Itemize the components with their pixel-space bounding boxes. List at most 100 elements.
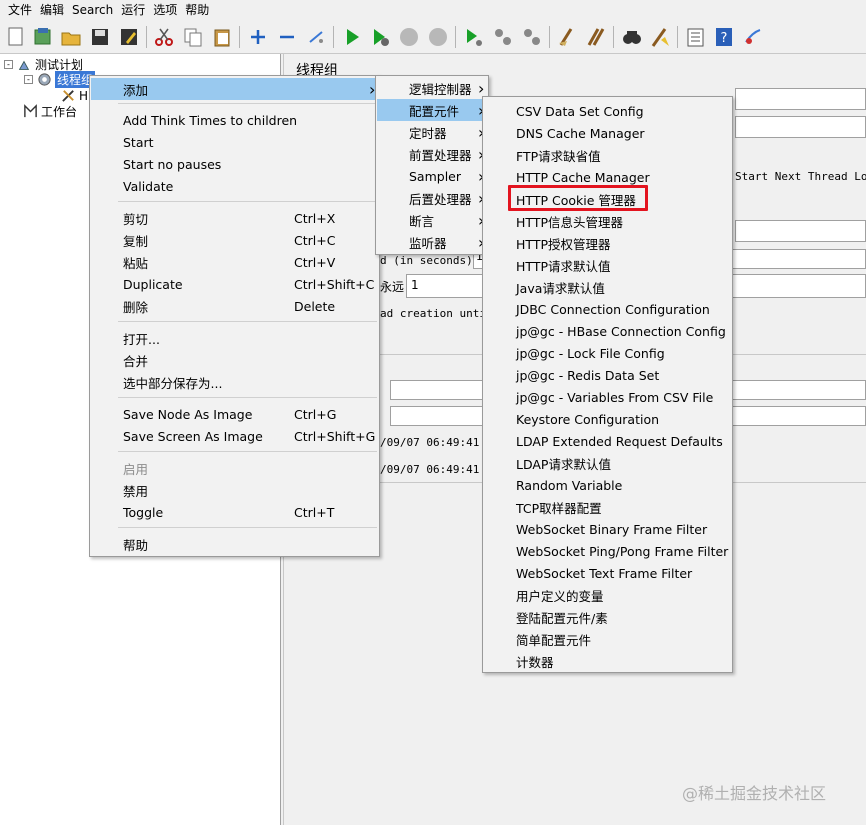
open-icon[interactable]	[59, 25, 83, 49]
menu-item-delete[interactable]: 删除 Delete	[91, 295, 380, 317]
new-icon[interactable]	[4, 25, 28, 49]
config-item-17[interactable]: Random Variable	[484, 474, 731, 496]
search-icon[interactable]	[620, 25, 644, 49]
config-item-22[interactable]: 用户定义的变量	[484, 584, 731, 606]
menu-item-start-no-pauses[interactable]: Start no pauses	[91, 153, 380, 175]
menu-item-cut[interactable]: 剪切 Ctrl+X	[91, 207, 380, 229]
menu-item-copy[interactable]: 复制 Ctrl+C	[91, 229, 380, 251]
menu-item-add-think-times[interactable]: Add Think Times to children	[91, 109, 380, 131]
config-item-14[interactable]: Keystore Configuration	[484, 408, 731, 430]
submenu-item-timer[interactable]: 定时器›	[377, 121, 487, 143]
tree-item-child[interactable]: H	[60, 87, 88, 104]
menu-item-label: 帮助	[123, 537, 149, 553]
menu-run[interactable]: 运行	[117, 0, 149, 20]
config-item-13[interactable]: jp@gc - Variables From CSV File	[484, 386, 731, 408]
config-item-24[interactable]: 简单配置元件	[484, 628, 731, 650]
config-item-21[interactable]: WebSocket Text Frame Filter	[484, 562, 731, 584]
config-item-12[interactable]: jp@gc - Redis Data Set	[484, 364, 731, 386]
config-item-5[interactable]: HTTP信息头管理器	[484, 210, 731, 232]
menu-item-merge[interactable]: 合并	[91, 349, 380, 371]
config-item-label: jp@gc - Variables From CSV File	[516, 389, 714, 405]
menu-item-shortcut: Ctrl+T	[294, 504, 335, 520]
expand-icon[interactable]	[246, 25, 270, 49]
menu-item-start[interactable]: Start	[91, 131, 380, 153]
menu-options[interactable]: 选项	[149, 0, 181, 20]
config-item-label: LDAP请求默认值	[516, 456, 611, 472]
menu-item-validate[interactable]: Validate	[91, 175, 380, 197]
delay-creation-label[interactable]: ad creation until	[380, 307, 493, 320]
submenu-item-listener[interactable]: 监听器›	[377, 231, 487, 253]
name-field[interactable]	[735, 88, 866, 110]
config-item-18[interactable]: TCP取样器配置	[484, 496, 731, 518]
config-item-1[interactable]: DNS Cache Manager	[484, 122, 731, 144]
config-item-23[interactable]: 登陆配置元件/素	[484, 606, 731, 628]
submenu-item-label: 配置元件	[409, 103, 460, 119]
toggle-icon[interactable]	[304, 25, 328, 49]
templates-icon[interactable]	[31, 25, 55, 49]
menu-item-open[interactable]: 打开...	[91, 327, 380, 349]
submenu-item-pre-processor[interactable]: 前置处理器›	[377, 143, 487, 165]
config-item-label: DNS Cache Manager	[516, 125, 645, 141]
cut-icon[interactable]	[152, 25, 176, 49]
config-item-10[interactable]: jp@gc - HBase Connection Config	[484, 320, 731, 342]
remote-start-icon[interactable]	[462, 25, 486, 49]
tree-item-thread-group[interactable]: - 线程组	[24, 71, 96, 88]
save-icon[interactable]	[88, 25, 112, 49]
collapse-handle-icon[interactable]: -	[4, 60, 13, 69]
submenu-item-sampler[interactable]: Sampler›	[377, 165, 487, 187]
menu-search[interactable]: Search	[68, 0, 117, 20]
logger-icon[interactable]	[741, 25, 765, 49]
start-next-loop-option[interactable]: Start Next Thread Loop	[735, 170, 866, 183]
config-item-0[interactable]: CSV Data Set Config	[484, 100, 731, 122]
menu-edit[interactable]: 编辑	[36, 0, 68, 20]
submenu-item-logic-controller[interactable]: 逻辑控制器 ›	[377, 77, 487, 99]
config-item-6[interactable]: HTTP授权管理器	[484, 232, 731, 254]
paste-icon[interactable]	[210, 25, 234, 49]
config-item-19[interactable]: WebSocket Binary Frame Filter	[484, 518, 731, 540]
config-item-16[interactable]: LDAP请求默认值	[484, 452, 731, 474]
loop-forever-label[interactable]: 永远	[380, 278, 404, 295]
config-item-8[interactable]: Java请求默认值	[484, 276, 731, 298]
help-icon[interactable]: ?	[712, 25, 736, 49]
config-item-7[interactable]: HTTP请求默认值	[484, 254, 731, 276]
menu-separator	[118, 451, 377, 452]
collapse-icon[interactable]	[275, 25, 299, 49]
shutdown-icon[interactable]	[426, 25, 450, 49]
copy-icon[interactable]	[181, 25, 205, 49]
clear-all-icon[interactable]	[584, 25, 608, 49]
menu-help[interactable]: 帮助	[181, 0, 213, 20]
submenu-item-assertion[interactable]: 断言›	[377, 209, 487, 231]
config-item-9[interactable]: JDBC Connection Configuration	[484, 298, 731, 320]
menu-item-save-node-as-image[interactable]: Save Node As Image Ctrl+G	[91, 403, 380, 425]
remote-shutdown-icon[interactable]	[520, 25, 544, 49]
remote-stop-icon[interactable]	[491, 25, 515, 49]
menu-item-toggle[interactable]: Toggle Ctrl+T	[91, 501, 380, 523]
config-item-15[interactable]: LDAP Extended Request Defaults	[484, 430, 731, 452]
config-item-2[interactable]: FTP请求缺省值	[484, 144, 731, 166]
menu-file[interactable]: 文件	[4, 0, 36, 20]
menu-item-save-selection-as[interactable]: 选中部分保存为...	[91, 371, 380, 393]
menu-item-duplicate[interactable]: Duplicate Ctrl+Shift+C	[91, 273, 380, 295]
comment-field[interactable]	[735, 116, 866, 138]
config-item-20[interactable]: WebSocket Ping/Pong Frame Filter	[484, 540, 731, 562]
reset-search-icon[interactable]	[648, 25, 672, 49]
clear-icon[interactable]	[555, 25, 579, 49]
config-item-11[interactable]: jp@gc - Lock File Config	[484, 342, 731, 364]
collapse-handle-icon[interactable]: -	[24, 75, 33, 84]
menu-item-disable[interactable]: 禁用	[91, 479, 380, 501]
tree-item-workbench[interactable]: 工作台	[22, 103, 77, 120]
submenu-item-config-element[interactable]: 配置元件›	[377, 99, 487, 121]
menu-item-add[interactable]: 添加 ›	[91, 78, 378, 100]
start-no-pauses-icon[interactable]	[368, 25, 392, 49]
start-icon[interactable]	[340, 25, 364, 49]
menu-item-paste[interactable]: 粘贴 Ctrl+V	[91, 251, 380, 273]
stop-icon[interactable]	[397, 25, 421, 49]
function-helper-icon[interactable]	[683, 25, 707, 49]
menu-item-help[interactable]: 帮助	[91, 533, 380, 555]
submenu-item-post-processor[interactable]: 后置处理器›	[377, 187, 487, 209]
config-item-label: TCP取样器配置	[516, 500, 602, 516]
threads-field[interactable]	[735, 220, 866, 242]
config-item-25[interactable]: 计数器	[484, 650, 731, 672]
menu-item-save-screen-as-image[interactable]: Save Screen As Image Ctrl+Shift+G	[91, 425, 380, 447]
save-as-icon[interactable]	[117, 25, 141, 49]
